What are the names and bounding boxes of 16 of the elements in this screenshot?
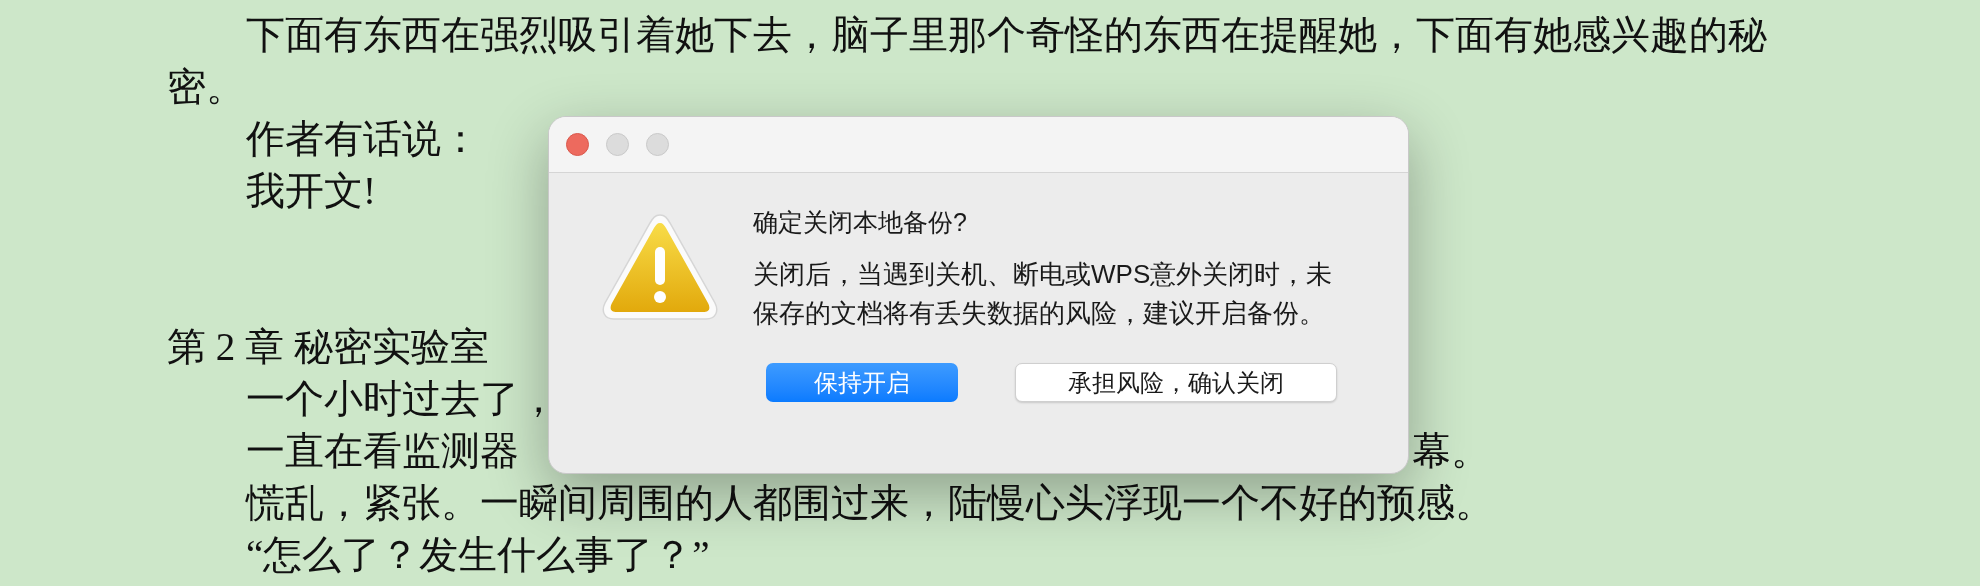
zoom-button[interactable] [646,133,669,156]
dialog-button[interactable]: 承担风险，确认关闭 [1015,363,1337,402]
paragraph: 一直在看监测器 [246,428,520,474]
paragraph: 慌乱，紧张。一瞬间周围的人都围过来，陆慢心头浮现一个不好的预感。 [244,480,1494,526]
close-button[interactable] [566,133,589,156]
minimize-button[interactable] [606,133,629,156]
paragraph: 一个小时过去了， [245,376,558,422]
dialog-title: 确定关闭本地备份? [753,207,968,238]
paragraph: 第 2 章 秘密实验室 [167,324,489,370]
paragraph: 作者有话说： [245,116,480,162]
paragraph: 幕。 [1412,428,1490,474]
warning-icon [601,211,719,323]
paragraph: “怎么了？发生什么事了？” [245,532,710,578]
paragraph: 下面有东西在强烈吸引着她下去，脑子里那个奇怪的东西在提醒她，下面有她感兴趣的秘密。 [167,12,1768,110]
dialog-message: 关闭后，当遇到关机、断电或WPS意外关闭时，未保存的文档将有丢失数据的风险，建议开启备份。 [753,258,1334,330]
paragraph: 我开文! [245,168,376,214]
